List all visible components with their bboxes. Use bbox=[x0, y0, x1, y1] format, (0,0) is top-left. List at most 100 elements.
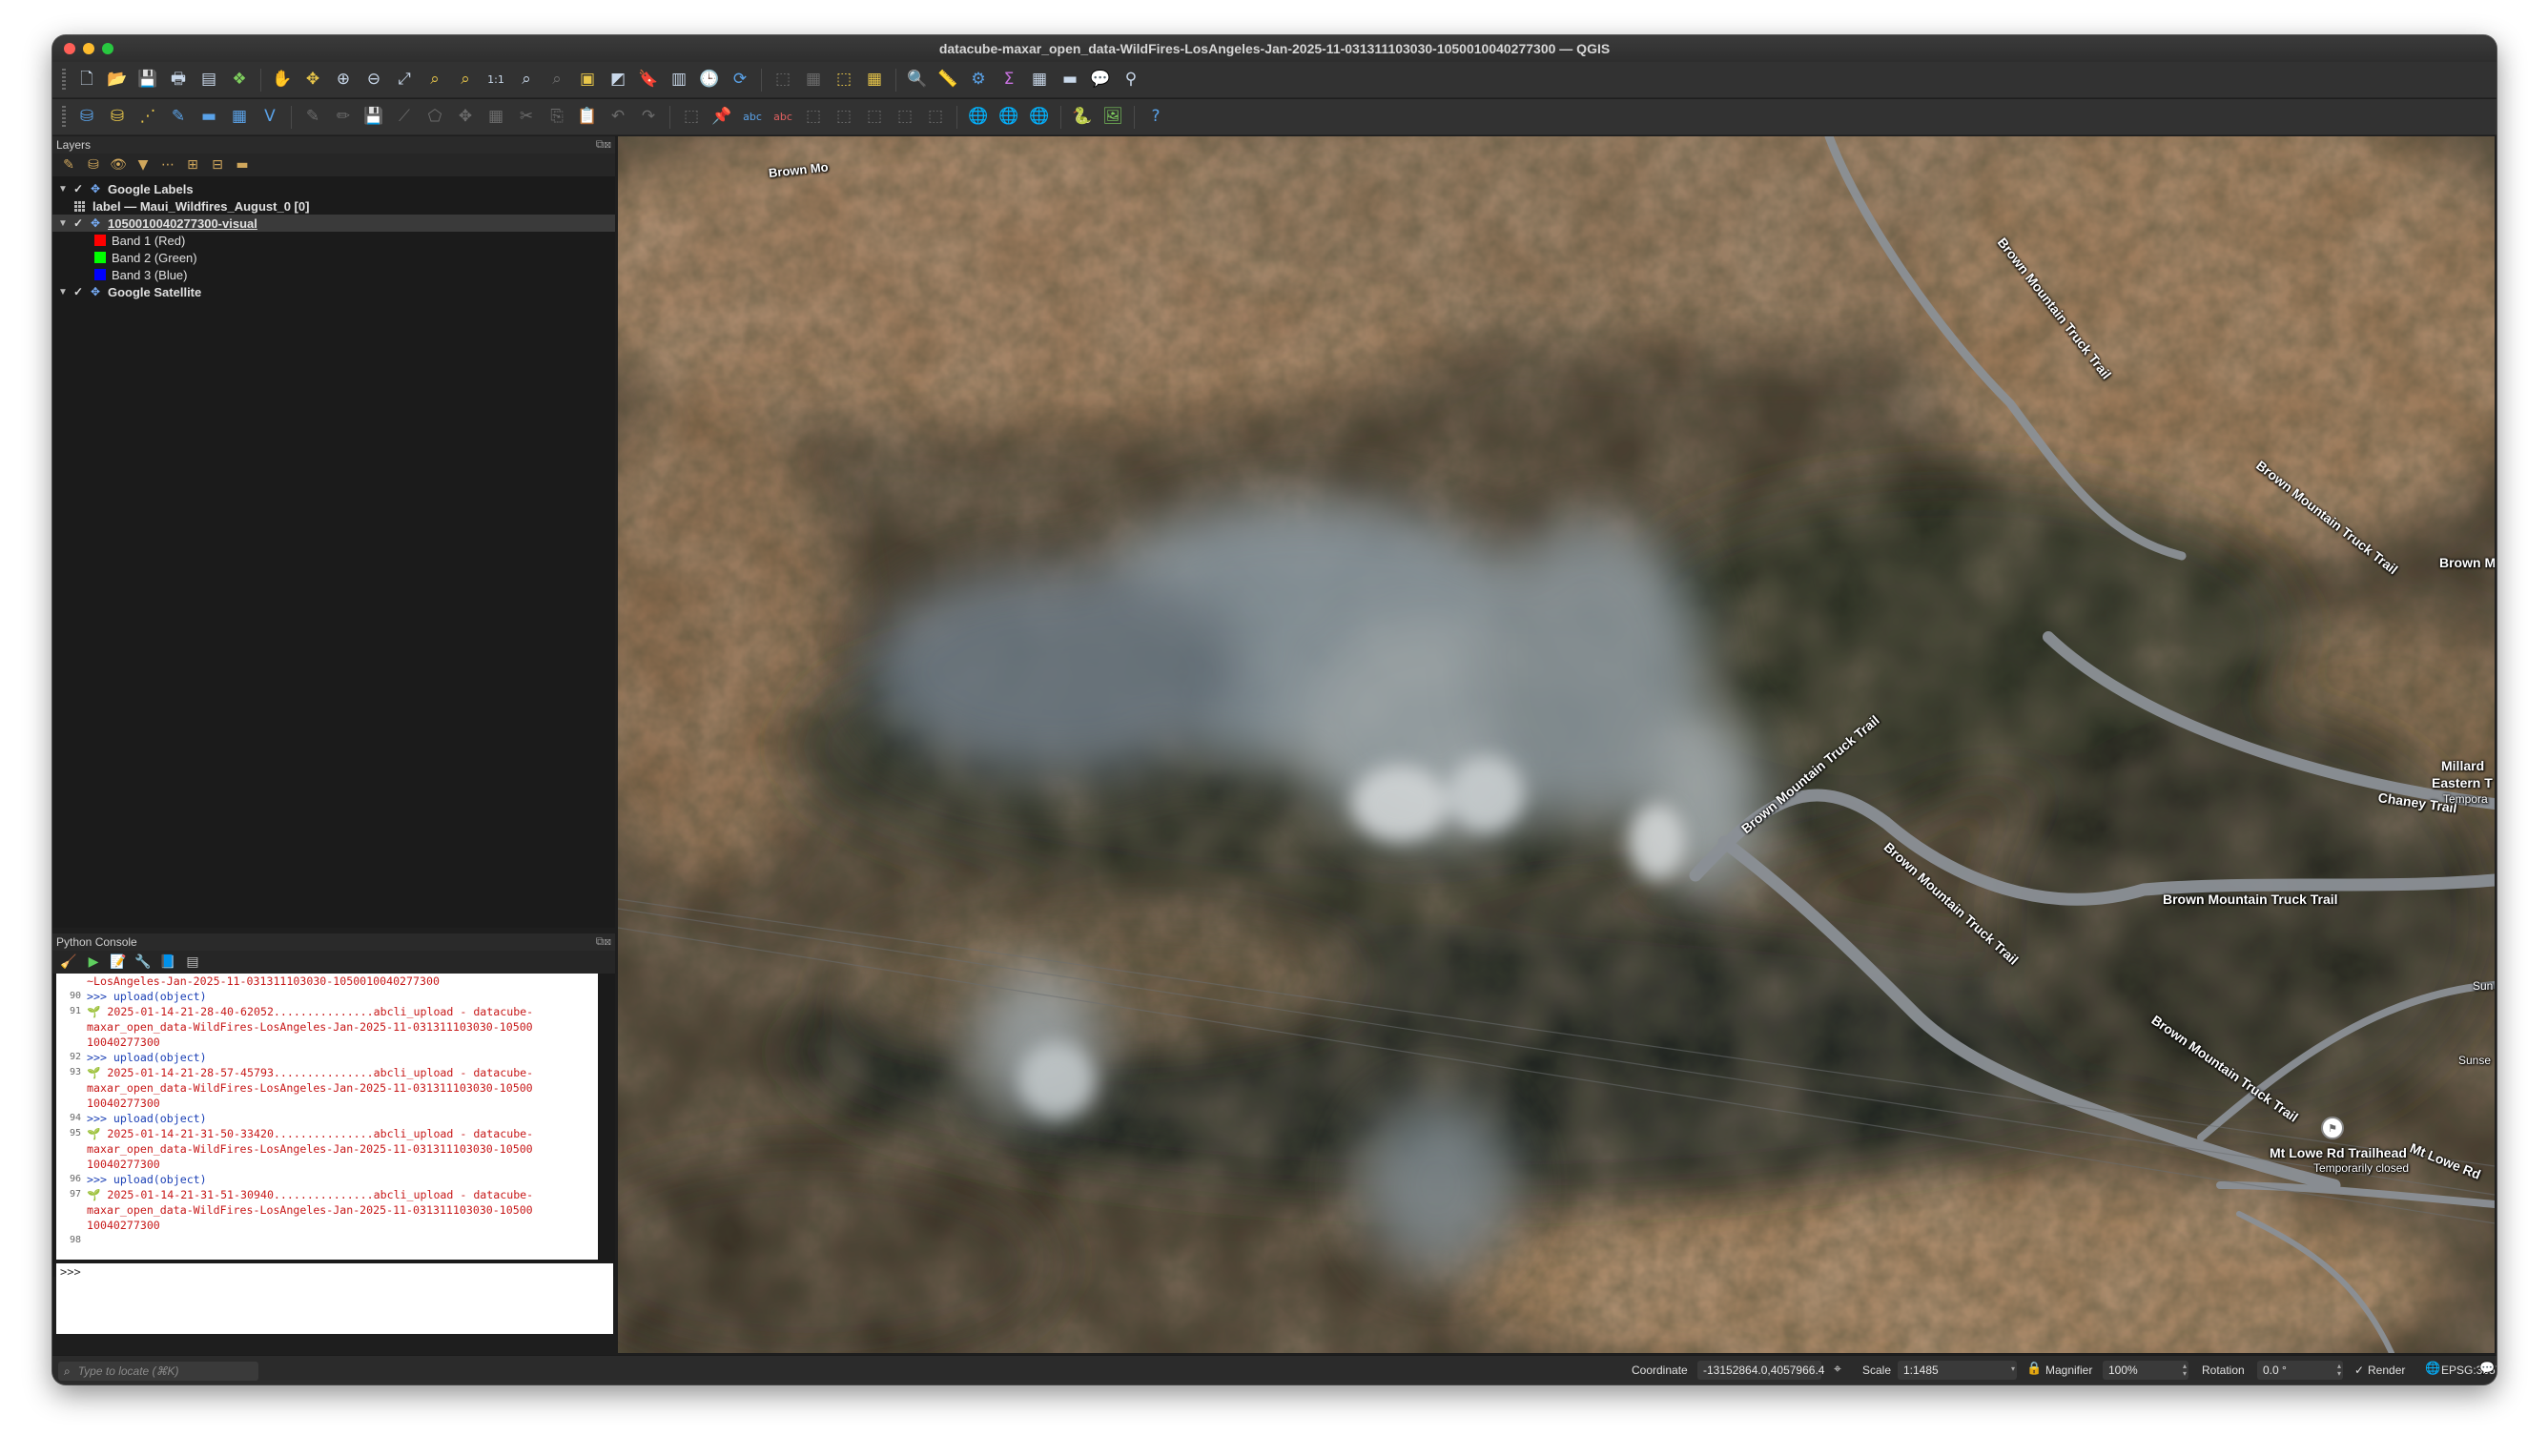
rotate-label-icon[interactable]: ⬚ bbox=[862, 105, 887, 130]
show-pinned-icon[interactable]: ⬚ bbox=[801, 105, 826, 130]
move-feature-icon[interactable]: ✥ bbox=[453, 105, 478, 130]
layer-visibility-checkbox[interactable]: ✓ bbox=[73, 285, 85, 298]
zoom-next-icon[interactable]: ⌕ bbox=[545, 68, 569, 92]
show-editor-icon[interactable]: 📝 bbox=[109, 953, 128, 972]
new-map-view-icon[interactable]: ▣ bbox=[575, 68, 600, 92]
console-input[interactable]: >>> bbox=[56, 1263, 613, 1334]
zoom-layer-icon[interactable]: ⌕ bbox=[453, 68, 478, 92]
edit-pencil-icon[interactable]: ✎ bbox=[300, 105, 325, 130]
layer-tree-item[interactable]: ▼ ✓ ✥ Google Satellite bbox=[52, 283, 615, 300]
cut-icon[interactable]: ✂ bbox=[514, 105, 539, 130]
open-project-icon[interactable]: 📂 bbox=[105, 68, 130, 92]
new-3d-view-icon[interactable]: ◩ bbox=[606, 68, 630, 92]
measure-icon[interactable]: 📏 bbox=[935, 68, 960, 92]
toolbar-grip[interactable] bbox=[62, 68, 66, 92]
crs-globe-icon[interactable]: 🌐 bbox=[2425, 1362, 2440, 1376]
console-close-editor-icon[interactable]: ▤ bbox=[183, 953, 202, 972]
toggle-extents-icon[interactable]: ⌖ bbox=[1834, 1362, 1841, 1377]
scale-field[interactable]: 1:1485 ▾ bbox=[1898, 1361, 2017, 1380]
add-raster-icon[interactable]: ▬ bbox=[196, 105, 221, 130]
temporal-controller-icon[interactable]: 🕒 bbox=[697, 68, 722, 92]
save-edits-icon[interactable]: 💾 bbox=[361, 105, 386, 130]
add-wms-icon[interactable]: ▦ bbox=[227, 105, 252, 130]
paste-icon[interactable]: 📋 bbox=[575, 105, 600, 130]
console-output[interactable]: ~LosAngeles-Jan-2025-11-031311103030-105… bbox=[56, 974, 598, 1260]
new-project-icon[interactable]: 🗋 bbox=[74, 68, 99, 92]
toggle-editing-icon[interactable]: ✏ bbox=[331, 105, 356, 130]
toolbar-grip[interactable] bbox=[62, 105, 66, 129]
panel-close-icon[interactable]: ⧉⊠ bbox=[596, 137, 611, 152]
manage-visibility-icon[interactable]: 👁 bbox=[109, 155, 128, 174]
expand-arrow-icon[interactable]: ▼ bbox=[56, 287, 70, 297]
python-icon[interactable]: 🐍 bbox=[1070, 105, 1095, 130]
pan-icon[interactable]: ✋ bbox=[270, 68, 295, 92]
open-attribute-table-icon[interactable]: ▦ bbox=[862, 68, 887, 92]
pin-label-icon[interactable]: 📌 bbox=[709, 105, 734, 130]
deselect-icon[interactable]: ⬚ bbox=[832, 68, 856, 92]
pan-to-selection-icon[interactable]: ✥ bbox=[300, 68, 325, 92]
zoom-selection-icon[interactable]: ⌕ bbox=[422, 68, 447, 92]
console-help-icon[interactable]: 📘 bbox=[158, 953, 177, 972]
console-close-icon[interactable]: ⧉⊠ bbox=[596, 934, 611, 949]
delete-selected-icon[interactable]: ▦ bbox=[483, 105, 508, 130]
console-options-icon[interactable]: 🔧 bbox=[134, 953, 153, 972]
magnifier-field[interactable]: 100% ▴ ▾ bbox=[2103, 1361, 2188, 1380]
undo-icon[interactable]: ↶ bbox=[606, 105, 630, 130]
expand-all-icon[interactable]: ⊞ bbox=[183, 155, 202, 174]
new-layer-icon[interactable]: ⋰ bbox=[135, 105, 160, 130]
add-group-icon[interactable]: ⛁ bbox=[84, 155, 103, 174]
bookmark-new-icon[interactable]: 🔖 bbox=[636, 68, 661, 92]
select-value-icon[interactable]: ▦ bbox=[801, 68, 826, 92]
expand-arrow-icon[interactable]: ▼ bbox=[56, 184, 70, 195]
add-layer-icon[interactable]: ⛁ bbox=[105, 105, 130, 130]
locator-search[interactable]: ⌕ Type to locate (⌘K) bbox=[58, 1362, 258, 1381]
web-globe-2-icon[interactable]: 🌐 bbox=[997, 105, 1021, 130]
data-source-manager-icon[interactable]: ⛁ bbox=[74, 105, 99, 130]
filter-expression-icon[interactable]: ⋯ bbox=[158, 155, 177, 174]
help-icon[interactable]: ? bbox=[1143, 105, 1168, 130]
zoom-out-icon[interactable]: ⊖ bbox=[361, 68, 386, 92]
layer-tree-item[interactable]: label — Maui_Wildfires_August_0 [0] bbox=[52, 197, 615, 215]
identify-icon[interactable]: 🔍 bbox=[905, 68, 930, 92]
highlight-label-icon[interactable]: abc bbox=[771, 105, 795, 130]
layer-tree-item[interactable]: ▼ ✓ ✥ Google Labels bbox=[52, 180, 615, 197]
label-tool-icon[interactable]: abc bbox=[740, 105, 765, 130]
change-label-icon[interactable]: ⬚ bbox=[893, 105, 917, 130]
collapse-all-icon[interactable]: ⊟ bbox=[208, 155, 227, 174]
annotation-icon[interactable]: ⚲ bbox=[1119, 68, 1143, 92]
bookmarks-icon[interactable]: ▥ bbox=[667, 68, 691, 92]
web-globe-3-icon[interactable]: 🌐 bbox=[1027, 105, 1052, 130]
map-canvas[interactable]: ⚑ Brown Mountain Truck Trail Brown Mount… bbox=[618, 136, 2495, 1353]
layer-tree-item[interactable]: Band 3 (Blue) bbox=[52, 266, 615, 283]
redo-icon[interactable]: ↷ bbox=[636, 105, 661, 130]
refresh-icon[interactable]: ⟳ bbox=[728, 68, 752, 92]
zoom-in-icon[interactable]: ⊕ bbox=[331, 68, 356, 92]
move-label-icon[interactable]: ⬚ bbox=[832, 105, 856, 130]
coordinate-field[interactable]: -13152864.0,4057966.4 bbox=[1697, 1361, 1824, 1380]
add-csv-icon[interactable]: V bbox=[257, 105, 282, 130]
layer-tree-item[interactable]: Band 2 (Green) bbox=[52, 249, 615, 266]
copy-icon[interactable]: ⎘ bbox=[545, 105, 569, 130]
layout-manager-icon[interactable]: ▤ bbox=[196, 68, 221, 92]
label-props-icon[interactable]: ⬚ bbox=[923, 105, 948, 130]
zoom-last-icon[interactable]: ⌕ bbox=[514, 68, 539, 92]
layer-styling-icon[interactable]: ✎ bbox=[59, 155, 78, 174]
print-layout-icon[interactable]: 🖶 bbox=[166, 68, 191, 92]
field-calc-icon[interactable]: ▦ bbox=[1027, 68, 1052, 92]
render-checkbox[interactable]: ✓ bbox=[2354, 1364, 2364, 1377]
label-icon[interactable]: ⬚ bbox=[679, 105, 704, 130]
layer-tree-item[interactable]: Band 1 (Red) bbox=[52, 232, 615, 249]
digitize-node-icon[interactable]: ⟋ bbox=[392, 105, 417, 130]
layer-visibility-checkbox[interactable]: ✓ bbox=[73, 182, 85, 195]
clear-console-icon[interactable]: 🧹 bbox=[59, 953, 78, 972]
statistics-icon[interactable]: Σ bbox=[997, 68, 1021, 92]
zoom-full-icon[interactable]: ⤢ bbox=[392, 68, 417, 92]
layer-tree-item[interactable]: ▼ ✓ ✥ 1050010040277300-visual bbox=[52, 215, 615, 232]
zoom-native-icon[interactable]: 1:1 bbox=[483, 68, 508, 92]
filter-legend-icon[interactable]: ▼ bbox=[134, 155, 153, 174]
digitize-icon[interactable]: ✎ bbox=[166, 105, 191, 130]
web-globe-icon[interactable]: 🌐 bbox=[966, 105, 991, 130]
toolbox-icon[interactable]: ⚙ bbox=[966, 68, 991, 92]
layer-visibility-checkbox[interactable]: ✓ bbox=[73, 216, 85, 230]
run-command-icon[interactable]: ▶ bbox=[84, 953, 103, 972]
